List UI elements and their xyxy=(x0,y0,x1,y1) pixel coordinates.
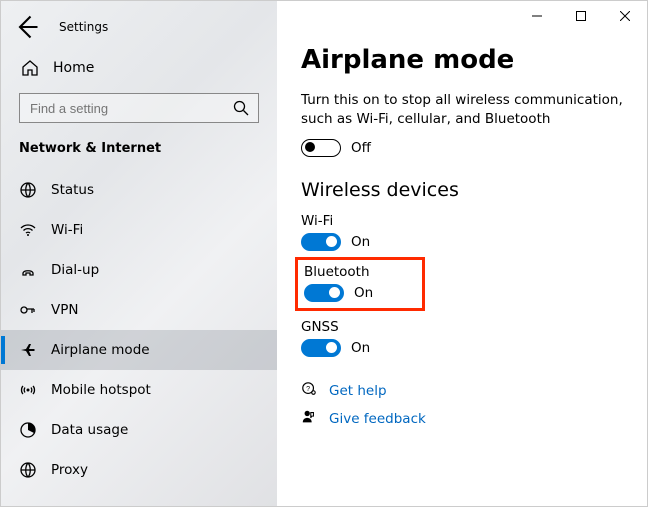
search-input[interactable] xyxy=(28,100,232,117)
svg-text:?: ? xyxy=(306,385,310,393)
arrow-left-icon xyxy=(13,13,41,41)
sidebar-item-label: Status xyxy=(51,182,94,198)
sidebar-item-label: Mobile hotspot xyxy=(51,382,151,398)
give-feedback-link[interactable]: Give feedback xyxy=(301,409,623,429)
sidebar-item-status[interactable]: Status xyxy=(1,170,277,210)
get-help-text: Get help xyxy=(329,383,387,399)
content-area: Airplane mode Turn this on to stop all w… xyxy=(277,1,647,506)
window-controls xyxy=(515,1,647,31)
dialup-icon xyxy=(19,261,37,279)
minimize-button[interactable] xyxy=(515,1,559,31)
globe-icon xyxy=(19,181,37,199)
get-help-link[interactable]: ? Get help xyxy=(301,381,623,401)
sidebar-item-proxy[interactable]: Proxy xyxy=(1,450,277,490)
gnss-toggle[interactable] xyxy=(301,339,341,357)
help-links: ? Get help Give feedback xyxy=(301,381,623,429)
wifi-icon xyxy=(19,221,37,239)
sidebar-item-vpn[interactable]: VPN xyxy=(1,290,277,330)
wifi-label: Wi-Fi xyxy=(301,213,623,229)
data-usage-icon xyxy=(19,421,37,439)
feedback-icon xyxy=(301,409,317,429)
sidebar-item-label: Proxy xyxy=(51,462,88,478)
sidebar-item-label: Airplane mode xyxy=(51,342,150,358)
bluetooth-state: On xyxy=(354,285,373,301)
wifi-toggle[interactable] xyxy=(301,233,341,251)
sidebar: Settings Home Network & Internet Status … xyxy=(1,1,277,506)
proxy-icon xyxy=(19,461,37,479)
search-box[interactable] xyxy=(19,93,259,123)
sidebar-item-wifi[interactable]: Wi-Fi xyxy=(1,210,277,250)
sidebar-item-label: Dial-up xyxy=(51,262,99,278)
sidebar-item-data-usage[interactable]: Data usage xyxy=(1,410,277,450)
bluetooth-label: Bluetooth xyxy=(304,264,412,280)
window-title: Settings xyxy=(59,20,108,34)
bluetooth-highlight: Bluetooth On xyxy=(295,257,425,311)
sidebar-item-dialup[interactable]: Dial-up xyxy=(1,250,277,290)
sidebar-item-label: Data usage xyxy=(51,422,128,438)
sidebar-item-mobile-hotspot[interactable]: Mobile hotspot xyxy=(1,370,277,410)
sidebar-category: Network & Internet xyxy=(1,137,277,170)
sidebar-home-label: Home xyxy=(53,60,94,76)
gnss-state: On xyxy=(351,340,370,356)
vpn-icon xyxy=(19,301,37,319)
titlebar-left: Settings xyxy=(1,9,277,45)
home-icon xyxy=(21,59,39,77)
airplane-mode-state: Off xyxy=(351,140,371,156)
back-button[interactable] xyxy=(13,13,41,41)
airplane-icon xyxy=(19,341,37,359)
hotspot-icon xyxy=(19,381,37,399)
sidebar-item-airplane-mode[interactable]: Airplane mode xyxy=(1,330,277,370)
close-button[interactable] xyxy=(603,1,647,31)
wifi-state: On xyxy=(351,234,370,250)
page-description: Turn this on to stop all wireless commun… xyxy=(301,91,623,129)
wireless-devices-heading: Wireless devices xyxy=(301,179,623,201)
search-icon xyxy=(232,99,250,117)
help-icon: ? xyxy=(301,381,317,401)
sidebar-home[interactable]: Home xyxy=(1,49,277,87)
gnss-label: GNSS xyxy=(301,319,623,335)
sidebar-item-label: Wi-Fi xyxy=(51,222,83,238)
give-feedback-text: Give feedback xyxy=(329,411,426,427)
maximize-button[interactable] xyxy=(559,1,603,31)
airplane-mode-toggle[interactable] xyxy=(301,139,341,157)
sidebar-item-label: VPN xyxy=(51,302,78,318)
page-title: Airplane mode xyxy=(301,45,623,75)
bluetooth-toggle[interactable] xyxy=(304,284,344,302)
